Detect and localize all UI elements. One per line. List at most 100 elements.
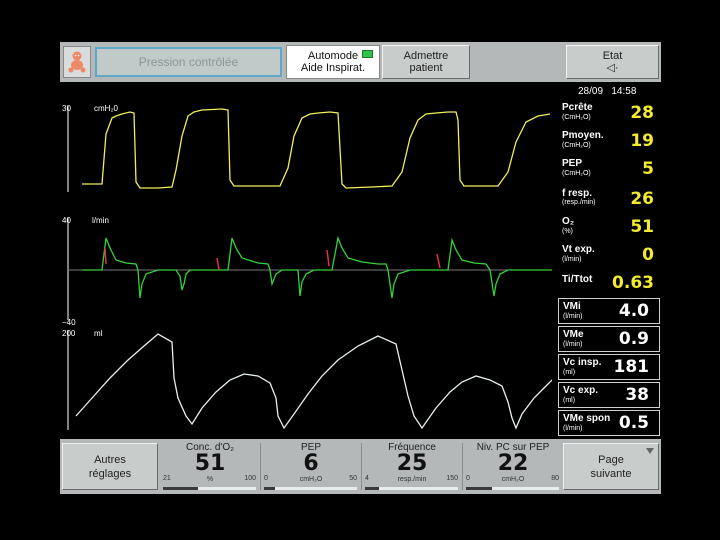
volume-scale-max: 200 — [62, 329, 76, 338]
param-unit: (ml) — [563, 397, 576, 404]
param-value: 26 — [630, 189, 654, 209]
param-value: 0 — [642, 245, 654, 265]
frequency-control[interactable]: Fréquence 25 4 resp./min 150 — [362, 439, 462, 494]
param-unit: (l/min) — [563, 313, 583, 320]
param-unit: (CmH₂O) — [562, 170, 591, 177]
control-slider-fill — [163, 487, 199, 490]
param-value: 0.63 — [612, 273, 654, 293]
param-label: O₂ — [562, 216, 575, 227]
control-slider-fill — [466, 487, 493, 490]
control-value: 25 — [396, 451, 428, 476]
next-page-line2: suivante — [590, 467, 632, 480]
param-unit: (CmH₂O) — [562, 142, 591, 149]
param-value: 38 — [625, 385, 649, 405]
admit-patient-button[interactable]: Admettre patient — [382, 45, 470, 79]
control-value: 6 — [303, 451, 319, 476]
param-label: PEP — [562, 158, 583, 169]
trigger-marker — [104, 247, 107, 265]
admit-label-line1: Admettre — [403, 50, 449, 62]
waveform-display: 30 cmH₂0 40 l/min −40 200 ml — [62, 98, 553, 434]
waveform-svg — [67, 106, 553, 430]
param-value: 4.0 — [618, 301, 649, 321]
param-box-vmi: VMi (l/min) 4.0 — [558, 298, 660, 324]
control-max: 80 — [551, 475, 559, 482]
baby-icon — [68, 51, 86, 73]
trigger-marker — [326, 249, 330, 267]
patient-type-button[interactable] — [63, 46, 91, 78]
date-text: 28/09 — [578, 86, 604, 97]
param-label: Pcrête — [562, 102, 593, 113]
control-max: 50 — [349, 475, 357, 482]
trigger-marker — [436, 253, 441, 269]
time-text: 14:58 — [611, 86, 637, 97]
control-slider-fill — [264, 487, 276, 490]
next-page-line1: Page — [598, 453, 624, 466]
param-value: 0.5 — [618, 413, 649, 433]
trigger-marker — [216, 257, 220, 271]
control-unit: cmH₂O — [299, 476, 323, 483]
ventilation-mode-label: Pression contrôlée — [138, 55, 239, 69]
param-label: VMe — [563, 329, 584, 340]
pressure-trace — [82, 108, 551, 189]
param-value: 5 — [642, 159, 654, 179]
param-box-vme: VMe (l/min) 0.9 — [558, 326, 660, 352]
param-label: Vc insp. — [563, 357, 602, 368]
param-unit: (%) — [562, 228, 573, 235]
param-label: VMe spon — [563, 413, 611, 424]
control-value: 51 — [194, 451, 226, 476]
peep-control[interactable]: PEP 6 0 cmH₂O 50 — [261, 439, 361, 494]
param-unit: (resp./min) — [562, 199, 596, 206]
date-time-display: 28/09 14:58 — [578, 86, 636, 97]
speaker-icon: ◁· — [606, 62, 619, 74]
pressure-level-control[interactable]: Niv. PC sur PEP 22 0 cmH₂O 80 — [463, 439, 563, 494]
param-label: VMi — [563, 301, 581, 312]
status-button[interactable]: Etat ◁· — [566, 45, 659, 79]
status-label: Etat — [602, 50, 623, 62]
automode-button[interactable]: Automode Aide Inspirat. — [286, 45, 380, 79]
admit-label-line2: patient — [409, 62, 443, 74]
o2-concentration-control[interactable]: Conc. d'O₂ 51 21 % 100 — [160, 439, 260, 494]
flow-scale-max: 40 — [62, 216, 71, 225]
pressure-unit: cmH₂0 — [94, 104, 118, 113]
control-max: 100 — [244, 475, 256, 482]
flow-trigger-markers — [104, 247, 441, 271]
bottom-controls-bar: Autres réglages Conc. d'O₂ 51 21 % 100 P… — [60, 439, 661, 494]
param-label: f resp. — [562, 188, 593, 199]
param-value: 51 — [630, 217, 654, 237]
next-page-button[interactable]: Page suivante — [563, 443, 659, 490]
flow-scale-min: −40 — [62, 318, 76, 327]
param-box-vme-spon: VMe spon (l/min) 0.5 — [558, 410, 660, 436]
triangle-corner-icon — [646, 448, 654, 454]
param-label: Ti/Ttot — [562, 274, 593, 285]
pressure-scale-max: 30 — [62, 104, 71, 113]
param-box-vc-exp: Vc exp. (ml) 38 — [558, 382, 660, 408]
automode-sublabel: Aide Inspirat. — [300, 62, 366, 74]
param-value: 28 — [630, 103, 654, 123]
volume-trace — [75, 333, 553, 430]
param-label: Pmoyen. — [562, 130, 604, 141]
control-unit: cmH₂O — [501, 476, 525, 483]
param-value: 19 — [630, 131, 654, 151]
param-unit: (ml) — [563, 369, 576, 376]
other-settings-line1: Autres — [94, 453, 126, 466]
flow-trace — [82, 235, 552, 299]
param-value: 181 — [613, 357, 650, 377]
control-slider-fill — [365, 487, 379, 490]
top-toolbar: Pression contrôlée Automode Aide Inspira… — [60, 42, 661, 82]
control-max: 150 — [446, 475, 458, 482]
control-slider-track — [365, 487, 458, 490]
param-unit: (CmH₂O) — [562, 114, 591, 121]
control-slider-track — [466, 487, 559, 490]
flow-unit: l/min — [92, 216, 109, 225]
param-unit: (l/min) — [563, 341, 583, 348]
automode-label: Automode — [307, 50, 359, 62]
param-box-vc-insp: Vc insp. (ml) 181 — [558, 354, 660, 380]
param-value: 0.9 — [618, 329, 649, 349]
volume-unit: ml — [94, 329, 103, 338]
ventilation-mode-button[interactable]: Pression contrôlée — [95, 47, 282, 77]
automode-indicator-light — [362, 50, 373, 58]
other-settings-button[interactable]: Autres réglages — [62, 443, 158, 490]
param-label: Vt exp. — [562, 244, 595, 255]
param-unit: (l/min) — [563, 425, 583, 432]
control-value: 22 — [497, 451, 529, 476]
